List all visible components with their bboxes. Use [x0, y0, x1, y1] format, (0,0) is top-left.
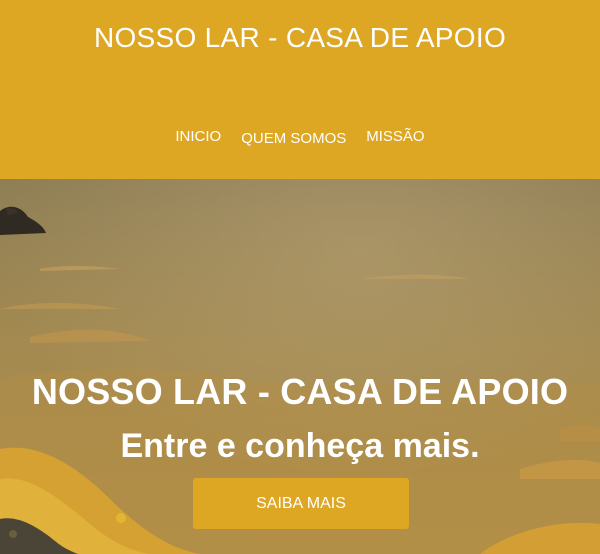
main-nav: INICIO QUEM SOMOS MISSÃO	[0, 128, 600, 147]
hero-subtitle: Entre e conheça mais.	[120, 427, 480, 465]
saiba-mais-button[interactable]: SAIBA MAIS	[193, 478, 409, 529]
hero-section: NOSSO LAR - CASA DE APOIO Entre e conheç…	[0, 179, 600, 554]
nav-item-missao[interactable]: MISSÃO	[366, 128, 424, 147]
nav-item-quem-somos[interactable]: QUEM SOMOS	[241, 130, 346, 147]
site-title: NOSSO LAR - CASA DE APOIO	[93, 22, 507, 53]
hero-title: NOSSO LAR - CASA DE APOIO	[31, 371, 569, 412]
nav-item-inicio[interactable]: INICIO	[175, 128, 221, 147]
site-header: NOSSO LAR - CASA DE APOIO INICIO QUEM SO…	[0, 0, 600, 179]
